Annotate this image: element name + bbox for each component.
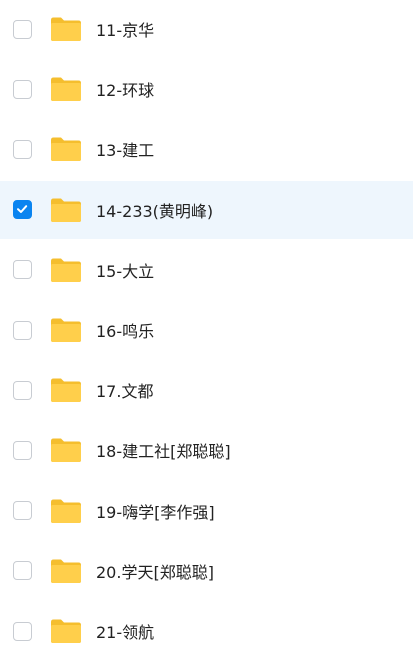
row-checkbox[interactable] <box>13 200 32 220</box>
file-row[interactable]: 16-鸣乐 <box>0 301 413 359</box>
file-name[interactable]: 14-233(黄明峰) <box>96 198 213 222</box>
file-name[interactable]: 18-建工社[郑聪聪] <box>96 438 231 462</box>
file-name[interactable]: 20.学天[郑聪聪] <box>96 559 214 583</box>
folder-icon <box>51 619 81 643</box>
row-checkbox[interactable] <box>13 501 32 521</box>
row-checkbox[interactable] <box>13 561 32 581</box>
file-row[interactable]: 11-京华 <box>0 0 413 58</box>
file-name[interactable]: 15-大立 <box>96 258 154 282</box>
file-list: 11-京华 12-环球 13-建工 14-233(黄明峰) 15-大立 16-鸣乐 17.文… <box>0 0 413 647</box>
folder-icon <box>51 77 81 102</box>
file-name[interactable]: 21-领航 <box>96 619 154 643</box>
row-checkbox[interactable] <box>13 440 32 460</box>
folder-icon <box>51 378 81 403</box>
file-row[interactable]: 18-建工社[郑聪聪] <box>0 421 413 479</box>
file-name[interactable]: 11-京华 <box>96 17 154 41</box>
file-row[interactable]: 13-建工 <box>0 120 413 178</box>
file-name[interactable]: 17.文都 <box>96 378 153 402</box>
file-row[interactable]: 12-环球 <box>0 60 413 118</box>
row-checkbox[interactable] <box>13 621 32 641</box>
folder-icon <box>51 258 81 282</box>
folder-icon <box>51 137 81 162</box>
file-row[interactable]: 17.文都 <box>0 361 413 419</box>
file-row[interactable]: 14-233(黄明峰) <box>0 180 413 239</box>
folder-icon <box>51 499 81 523</box>
file-row[interactable]: 20.学天[郑聪聪] <box>0 542 413 600</box>
row-checkbox[interactable] <box>13 139 32 159</box>
row-checkbox[interactable] <box>13 19 32 39</box>
row-checkbox[interactable] <box>13 260 32 280</box>
file-name[interactable]: 13-建工 <box>96 137 154 161</box>
folder-icon <box>51 559 81 583</box>
file-name[interactable]: 19-嗨学[李作强] <box>96 499 215 523</box>
row-checkbox[interactable] <box>13 79 32 99</box>
row-checkbox[interactable] <box>13 380 32 400</box>
file-name[interactable]: 16-鸣乐 <box>96 318 154 342</box>
folder-icon <box>51 318 81 342</box>
folder-icon <box>51 198 81 222</box>
folder-icon <box>51 438 81 463</box>
file-name[interactable]: 12-环球 <box>96 77 154 101</box>
folder-icon <box>51 17 81 41</box>
file-row[interactable]: 15-大立 <box>0 241 413 299</box>
file-row[interactable]: 19-嗨学[李作强] <box>0 482 413 540</box>
file-row[interactable]: 21-领航 <box>0 602 413 647</box>
checkmark-icon <box>17 205 28 214</box>
row-checkbox[interactable] <box>13 320 32 340</box>
